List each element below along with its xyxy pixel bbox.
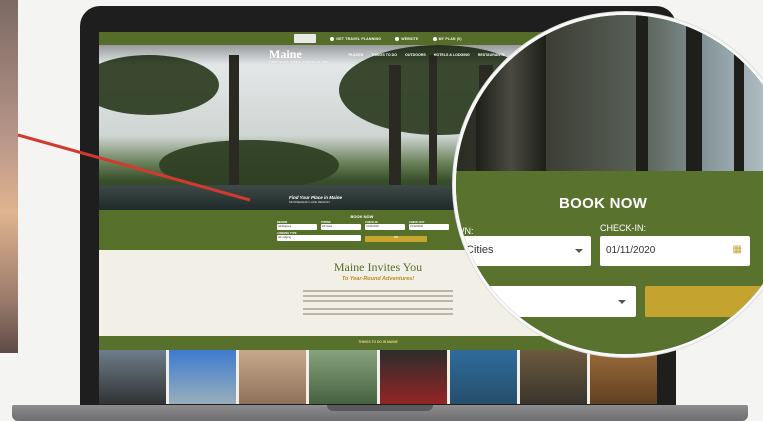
stage: GET TRAVEL PLANNING WEBSITE MY PLAN (0) …	[0, 0, 763, 421]
chevron-down-icon	[575, 249, 583, 253]
zoom-trunk	[636, 15, 648, 171]
zoom-trunk	[686, 15, 702, 171]
chevron-down-icon	[618, 300, 626, 304]
zoom-checkin-value: 01/11/2020	[606, 245, 656, 256]
zoom-callout: BOOK NOW WN: CHECK-IN: Cities 01/11/2020…	[453, 12, 763, 357]
zoom-photo	[456, 15, 763, 171]
pointer-line	[17, 133, 251, 202]
zoom-town-select[interactable]: Cities	[456, 236, 591, 266]
zoom-go-button[interactable]	[645, 286, 763, 317]
zoom-town-label: WN:	[456, 226, 474, 236]
zoom-checkin-input[interactable]: 01/11/2020 ▦	[600, 236, 750, 266]
zoom-book-title: BOOK NOW	[559, 195, 648, 212]
zoom-trunk	[734, 15, 744, 171]
calendar-icon[interactable]: ▦	[733, 244, 742, 255]
zoom-checkin-label: CHECK-IN:	[600, 223, 647, 233]
zoom-lodging-select[interactable]	[456, 286, 636, 317]
zoom-town-value: Cities	[466, 244, 494, 256]
zoom-trunk	[476, 15, 546, 171]
